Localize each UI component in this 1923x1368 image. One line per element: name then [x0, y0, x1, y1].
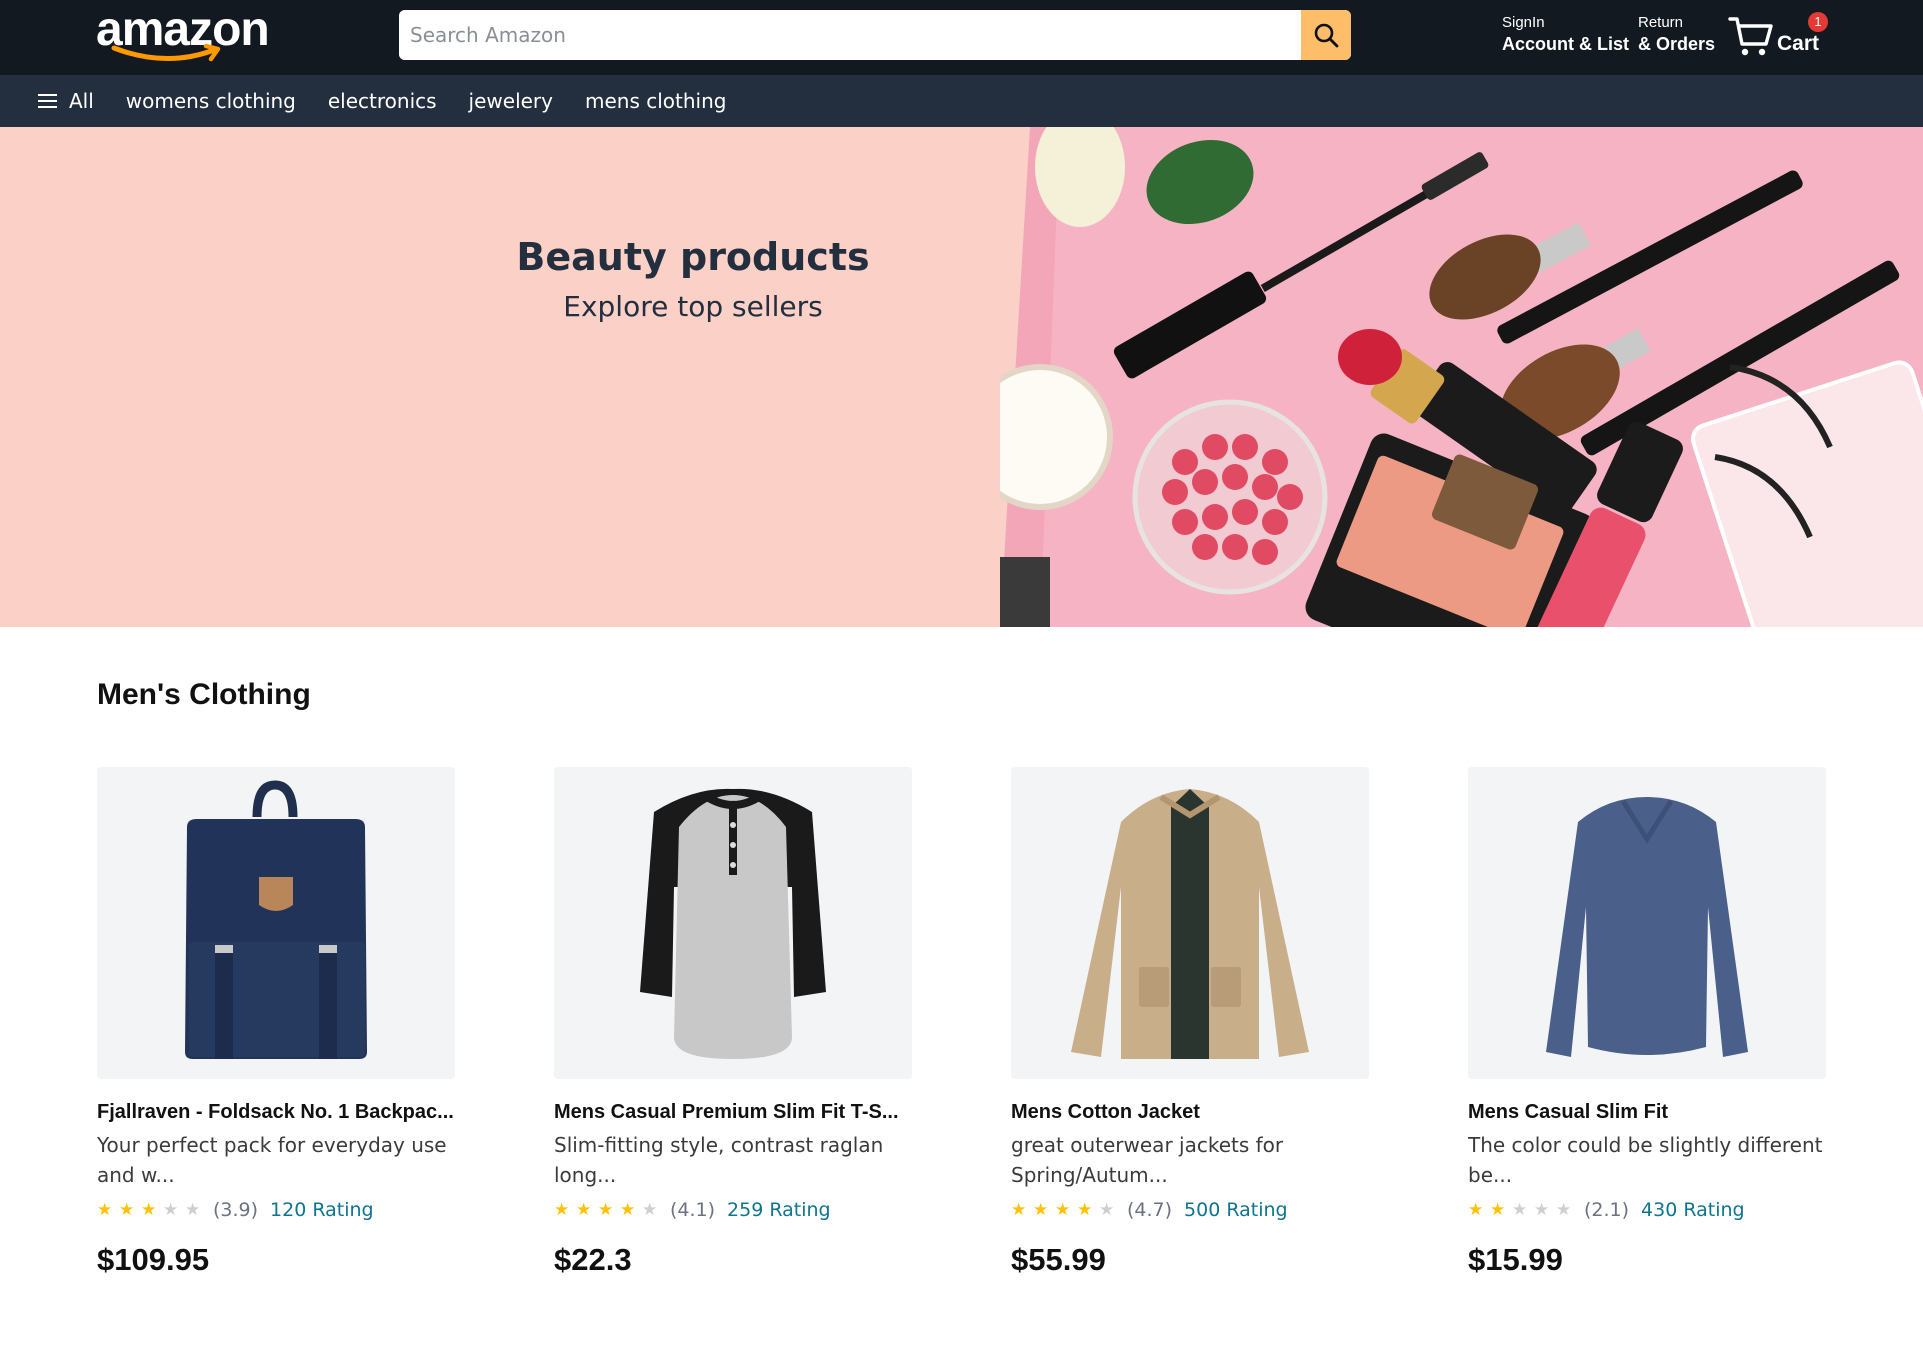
- top-header: amazon SignIn Account & List Return & Or…: [0, 0, 1923, 75]
- product-rating: ★ ★ ★ ★ ★ (4.1) 259 Rating: [554, 1198, 912, 1222]
- product-price: $22.3: [554, 1242, 632, 1277]
- cart-icon: [1728, 17, 1773, 56]
- nav-link-womens-clothing[interactable]: womens clothing: [126, 89, 296, 113]
- search-icon: [1314, 23, 1339, 48]
- star-icon: ★: [1556, 1200, 1572, 1220]
- backpack-image: [185, 780, 367, 1059]
- raglan-shirt-image: [640, 788, 826, 1059]
- nav-link-electronics[interactable]: electronics: [328, 89, 437, 113]
- product-rating: ★ ★ ★ ★ ★ (3.9) 120 Rating: [97, 1198, 455, 1222]
- star-icon: ★: [141, 1200, 157, 1220]
- rating-value: (3.9): [213, 1199, 259, 1221]
- returns-orders-link[interactable]: Return & Orders: [1638, 13, 1715, 55]
- product-price: $109.95: [97, 1242, 210, 1277]
- product-title[interactable]: Mens Casual Slim Fit: [1468, 1101, 1826, 1124]
- product-image-container[interactable]: [554, 767, 912, 1079]
- product-card[interactable]: Fjallraven - Foldsack No. 1 Backpac... Y…: [97, 767, 455, 1278]
- product-price: $15.99: [1468, 1242, 1563, 1277]
- jacket-image: [1071, 789, 1309, 1059]
- rating-count-link[interactable]: 259 Rating: [727, 1199, 831, 1221]
- star-icon: ★: [97, 1200, 113, 1220]
- star-icon: ★: [1534, 1200, 1550, 1220]
- star-icon: ★: [119, 1200, 135, 1220]
- product-description: Your perfect pack for everyday use and w…: [97, 1133, 447, 1187]
- logo-smile-icon: [111, 44, 221, 62]
- nav-link-mens-clothing[interactable]: mens clothing: [585, 89, 726, 113]
- product-price: $55.99: [1011, 1242, 1106, 1277]
- cart-button[interactable]: 1 Cart: [1728, 12, 1828, 62]
- rating-value: (2.1): [1584, 1199, 1630, 1221]
- rating-count-link[interactable]: 120 Rating: [270, 1199, 374, 1221]
- beauty-products-image: [1000, 127, 1923, 627]
- star-icon: ★: [1055, 1200, 1071, 1220]
- product-card[interactable]: Mens Cotton Jacket great outerwear jacke…: [1011, 767, 1369, 1278]
- product-description: great outerwear jackets for Spring/Autum…: [1011, 1133, 1284, 1187]
- star-icon: ★: [1468, 1200, 1484, 1220]
- account-menu[interactable]: SignIn Account & List: [1502, 13, 1629, 55]
- star-icon: ★: [1011, 1200, 1027, 1220]
- product-description: Slim-fitting style, contrast raglan long…: [554, 1133, 884, 1187]
- star-icon: ★: [1077, 1200, 1093, 1220]
- category-nav: All womens clothing electronics jewelery…: [0, 75, 1923, 127]
- star-icon: ★: [620, 1200, 636, 1220]
- rating-value: (4.1): [670, 1199, 716, 1221]
- star-icon: ★: [1099, 1200, 1115, 1220]
- product-image-container[interactable]: [97, 767, 455, 1079]
- star-icon: ★: [163, 1200, 179, 1220]
- hero-banner[interactable]: Beauty products Explore top sellers: [0, 127, 1923, 627]
- nav-link-jewelery[interactable]: jewelery: [469, 89, 553, 113]
- rating-value: (4.7): [1127, 1199, 1173, 1221]
- product-grid: Fjallraven - Foldsack No. 1 Backpac... Y…: [97, 767, 1827, 1277]
- all-label: All: [69, 89, 94, 113]
- star-icon: ★: [185, 1200, 201, 1220]
- amazon-logo[interactable]: amazon: [96, 2, 270, 66]
- search-input[interactable]: [399, 10, 1301, 60]
- star-icon: ★: [1033, 1200, 1049, 1220]
- cart-count-badge: 1: [1808, 12, 1828, 32]
- rating-stars: ★ ★ ★ ★ ★: [97, 1200, 207, 1220]
- product-description: The color could be slightly different be…: [1468, 1133, 1823, 1187]
- star-icon: ★: [1490, 1200, 1506, 1220]
- product-card[interactable]: Mens Casual Slim Fit The color could be …: [1468, 767, 1826, 1278]
- product-card[interactable]: Mens Casual Premium Slim Fit T-S... Slim…: [554, 767, 912, 1278]
- product-title[interactable]: Fjallraven - Foldsack No. 1 Backpac...: [97, 1101, 455, 1124]
- rating-count-link[interactable]: 500 Rating: [1184, 1199, 1288, 1221]
- star-icon: ★: [554, 1200, 570, 1220]
- rating-stars: ★ ★ ★ ★ ★: [1468, 1200, 1578, 1220]
- cart-label: Cart: [1777, 32, 1820, 55]
- hamburger-icon: [38, 94, 57, 108]
- signin-label: SignIn: [1502, 14, 1545, 31]
- rating-count-link[interactable]: 430 Rating: [1641, 1199, 1745, 1221]
- long-sleeve-shirt-image: [1546, 797, 1748, 1057]
- product-image-container[interactable]: [1011, 767, 1369, 1079]
- search-button[interactable]: [1301, 10, 1351, 60]
- all-menu-button[interactable]: All: [38, 89, 94, 113]
- return-label: Return: [1638, 14, 1684, 31]
- star-icon: ★: [642, 1200, 658, 1220]
- search-bar: [399, 10, 1351, 60]
- product-rating: ★ ★ ★ ★ ★ (2.1) 430 Rating: [1468, 1198, 1826, 1222]
- star-icon: ★: [598, 1200, 614, 1220]
- product-rating: ★ ★ ★ ★ ★ (4.7) 500 Rating: [1011, 1198, 1369, 1222]
- orders-label: & Orders: [1638, 34, 1716, 54]
- product-image-container[interactable]: [1468, 767, 1826, 1079]
- rating-stars: ★ ★ ★ ★ ★: [1011, 1200, 1121, 1220]
- section-title: Men's Clothing: [97, 678, 311, 711]
- star-icon: ★: [1512, 1200, 1528, 1220]
- product-title[interactable]: Mens Cotton Jacket: [1011, 1101, 1369, 1124]
- rating-stars: ★ ★ ★ ★ ★: [554, 1200, 664, 1220]
- account-list-label: Account & List: [1502, 34, 1630, 54]
- product-title[interactable]: Mens Casual Premium Slim Fit T-S...: [554, 1101, 912, 1124]
- star-icon: ★: [576, 1200, 592, 1220]
